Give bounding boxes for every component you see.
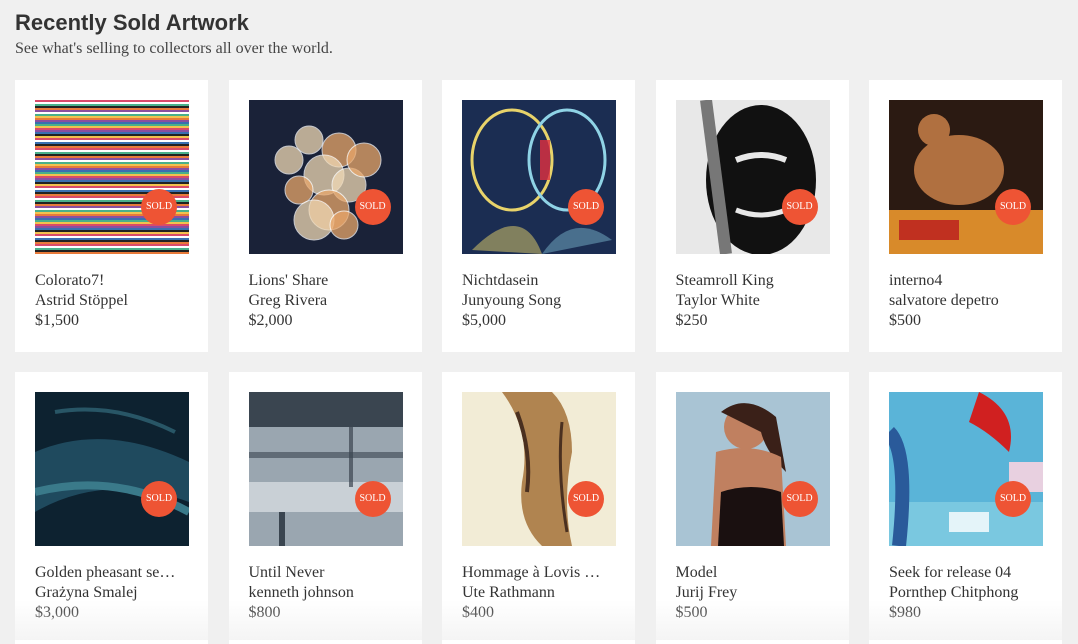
artwork-thumbnail-image — [675, 392, 830, 546]
artwork-thumbnail-image — [462, 392, 616, 546]
artwork-artist[interactable]: Pornthep Chitphong — [889, 583, 1049, 603]
artwork-card[interactable]: SOLD Lions' Share Greg Rivera $2,000 — [228, 80, 422, 352]
artwork-card[interactable]: SOLD Until Never kenneth johnson $800 — [228, 372, 422, 644]
artwork-meta: Steamroll King Taylor White $250 — [676, 271, 836, 331]
artwork-thumbnail-image — [675, 100, 830, 254]
artwork-image[interactable] — [35, 392, 189, 546]
artwork-card[interactable]: SOLD Colorato7! Astrid Stöppel $1,500 — [15, 80, 208, 352]
artwork-image[interactable] — [889, 392, 1043, 546]
artwork-price: $500 — [889, 312, 921, 329]
artwork-image[interactable] — [889, 100, 1043, 254]
artwork-artist[interactable]: Junyoung Song — [462, 291, 622, 311]
artwork-card[interactable]: SOLD Hommage à Lovis … Ute Rathmann $400 — [442, 372, 635, 644]
page-title: Recently Sold Artwork — [15, 10, 249, 35]
artwork-thumbnail-image — [248, 100, 403, 254]
artwork-artist[interactable]: salvatore depetro — [889, 291, 1049, 311]
artwork-card[interactable]: SOLD Steamroll King Taylor White $250 — [655, 80, 849, 352]
artwork-price: $980 — [889, 604, 921, 621]
sold-badge: SOLD — [995, 189, 1031, 225]
artwork-title[interactable]: Model — [676, 563, 836, 583]
artwork-meta: Until Never kenneth johnson $800 — [249, 563, 409, 623]
artwork-title[interactable]: Seek for release 04 — [889, 563, 1049, 583]
artwork-price: $5,000 — [462, 312, 506, 329]
artwork-artist[interactable]: Ute Rathmann — [462, 583, 622, 603]
artwork-meta: Golden pheasant se… Grażyna Smalej $3,000 — [35, 563, 195, 623]
artwork-price: $2,000 — [248, 312, 293, 329]
sold-badge: SOLD — [354, 189, 391, 225]
artwork-meta: Hommage à Lovis … Ute Rathmann $400 — [462, 563, 622, 623]
artwork-thumbnail-image — [889, 392, 1043, 546]
artwork-title[interactable]: Until Never — [249, 563, 409, 583]
sold-badge: SOLD — [995, 481, 1031, 517]
sold-badge: SOLD — [141, 481, 177, 517]
artwork-grid: SOLD Colorato7! Astrid Stöppel $1,500 SOLD Li… — [15, 80, 1062, 644]
artwork-card[interactable]: SOLD interno4 salvatore depetro $500 — [869, 80, 1062, 352]
artwork-artist[interactable]: Greg Rivera — [249, 291, 409, 311]
artwork-meta: Seek for release 04 Pornthep Chitphong $98… — [889, 563, 1049, 623]
artwork-image[interactable] — [35, 100, 189, 254]
artwork-price: $800 — [248, 604, 281, 621]
page-subtitle: See what's selling to collectors all ove… — [15, 40, 333, 57]
artwork-title[interactable]: Steamroll King — [676, 271, 836, 291]
artwork-meta: Colorato7! Astrid Stöppel $1,500 — [35, 271, 195, 331]
artwork-price: $3,000 — [35, 604, 79, 621]
artwork-image[interactable] — [675, 100, 830, 254]
artwork-image[interactable] — [462, 100, 616, 254]
artwork-image[interactable] — [248, 392, 403, 546]
artwork-artist[interactable]: Taylor White — [676, 291, 836, 311]
artwork-card[interactable]: SOLD Golden pheasant se… Grażyna Smalej $3,… — [15, 372, 208, 644]
artwork-artist[interactable]: Jurij Frey — [676, 583, 836, 603]
artwork-title[interactable]: Nichtdasein — [462, 271, 622, 291]
sold-badge: SOLD — [781, 189, 818, 225]
artwork-price: $400 — [462, 604, 494, 621]
artwork-artist[interactable]: kenneth johnson — [249, 583, 409, 603]
sold-badge: SOLD — [568, 189, 604, 225]
artwork-thumbnail-image — [35, 100, 189, 254]
sold-badge: SOLD — [354, 481, 391, 517]
artwork-thumbnail-image — [248, 392, 403, 546]
artwork-title[interactable]: Lions' Share — [249, 271, 409, 291]
artwork-title[interactable]: Colorato7! — [35, 271, 195, 291]
artwork-thumbnail-image — [462, 100, 616, 254]
artwork-title[interactable]: interno4 — [889, 271, 1049, 291]
page-header: Recently Sold Artwork See what's selling… — [15, 8, 333, 59]
artwork-card[interactable]: SOLD Nichtdasein Junyoung Song $5,000 — [442, 80, 635, 352]
artwork-artist[interactable]: Grażyna Smalej — [35, 583, 195, 603]
artwork-title[interactable]: Hommage à Lovis … — [462, 563, 622, 583]
artwork-image[interactable] — [675, 392, 830, 546]
sold-badge: SOLD — [141, 189, 177, 225]
artwork-artist[interactable]: Astrid Stöppel — [35, 291, 195, 311]
artwork-card[interactable]: SOLD Seek for release 04 Pornthep Chitphon… — [869, 372, 1062, 644]
artwork-meta: Model Jurij Frey $500 — [676, 563, 836, 623]
artwork-price: $500 — [675, 604, 708, 621]
sold-badge: SOLD — [781, 481, 818, 517]
artwork-title[interactable]: Golden pheasant se… — [35, 563, 195, 583]
artwork-thumbnail-image — [35, 392, 189, 546]
artwork-image[interactable] — [248, 100, 403, 254]
artwork-meta: interno4 salvatore depetro $500 — [889, 271, 1049, 331]
artwork-thumbnail-image — [889, 100, 1043, 254]
artwork-card[interactable]: SOLD Model Jurij Frey $500 — [655, 372, 849, 644]
sold-badge: SOLD — [568, 481, 604, 517]
artwork-meta: Lions' Share Greg Rivera $2,000 — [249, 271, 409, 331]
artwork-price: $1,500 — [35, 312, 79, 329]
artwork-price: $250 — [675, 312, 708, 329]
artwork-meta: Nichtdasein Junyoung Song $5,000 — [462, 271, 622, 331]
artwork-image[interactable] — [462, 392, 616, 546]
